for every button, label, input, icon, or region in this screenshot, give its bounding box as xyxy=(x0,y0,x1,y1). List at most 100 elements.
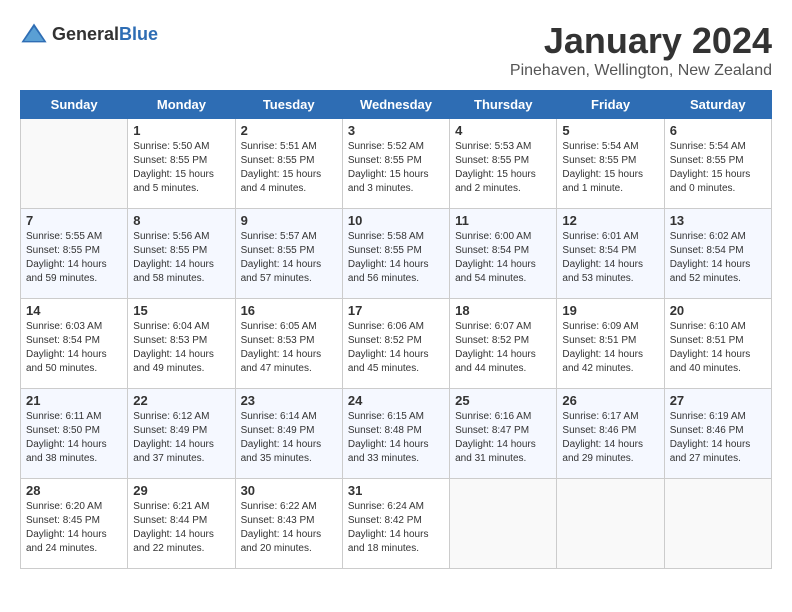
calendar-cell: 28 Sunrise: 6:20 AMSunset: 8:45 PMDayligh… xyxy=(21,479,128,569)
day-info: Sunrise: 6:04 AMSunset: 8:53 PMDaylight:… xyxy=(133,320,229,376)
location-subtitle: Pinehaven, Wellington, New Zealand xyxy=(510,62,772,80)
day-number: 18 xyxy=(455,303,551,318)
logo-wordmark: GeneralBlue xyxy=(52,24,158,45)
day-info: Sunrise: 6:00 AMSunset: 8:54 PMDaylight:… xyxy=(455,230,551,286)
page-header: GeneralBlue January 2024 Pinehaven, Well… xyxy=(20,20,772,80)
day-number: 5 xyxy=(562,123,658,138)
day-number: 8 xyxy=(133,213,229,228)
day-info: Sunrise: 5:52 AMSunset: 8:55 PMDaylight:… xyxy=(348,140,444,196)
day-number: 10 xyxy=(348,213,444,228)
day-number: 12 xyxy=(562,213,658,228)
calendar-cell: 14Sunrise: 6:03 AMSunset: 8:54 PMDayligh… xyxy=(21,299,128,389)
day-info: Sunrise: 6:20 AMSunset: 8:45 PMDaylight:… xyxy=(26,500,122,556)
calendar-week-row: 28 Sunrise: 6:20 AMSunset: 8:45 PMDayligh… xyxy=(21,479,772,569)
day-number: 16 xyxy=(241,303,337,318)
day-number: 13 xyxy=(670,213,766,228)
weekday-header: Wednesday xyxy=(342,91,449,119)
day-number: 15 xyxy=(133,303,229,318)
weekday-header: Friday xyxy=(557,91,664,119)
calendar-cell: 18 Sunrise: 6:07 AMSunset: 8:52 PMDayligh… xyxy=(450,299,557,389)
day-number: 30 xyxy=(241,483,337,498)
weekday-header: Thursday xyxy=(450,91,557,119)
calendar-cell: 26Sunrise: 6:17 AMSunset: 8:46 PMDayligh… xyxy=(557,389,664,479)
calendar-cell: 1 Sunrise: 5:50 AMSunset: 8:55 PMDaylight… xyxy=(128,119,235,209)
calendar-cell: 7 Sunrise: 5:55 AMSunset: 8:55 PMDaylight… xyxy=(21,209,128,299)
day-info: Sunrise: 6:15 AMSunset: 8:48 PMDaylight:… xyxy=(348,410,444,466)
calendar-cell: 4 Sunrise: 5:53 AMSunset: 8:55 PMDaylight… xyxy=(450,119,557,209)
day-number: 21 xyxy=(26,393,122,408)
calendar-cell xyxy=(21,119,128,209)
day-info: Sunrise: 6:06 AMSunset: 8:52 PMDaylight:… xyxy=(348,320,444,376)
day-info: Sunrise: 5:56 AMSunset: 8:55 PMDaylight:… xyxy=(133,230,229,286)
calendar-cell: 27 Sunrise: 6:19 AMSunset: 8:46 PMDayligh… xyxy=(664,389,771,479)
calendar-week-row: 14Sunrise: 6:03 AMSunset: 8:54 PMDayligh… xyxy=(21,299,772,389)
day-number: 25 xyxy=(455,393,551,408)
day-number: 19 xyxy=(562,303,658,318)
weekday-header-row: SundayMondayTuesdayWednesdayThursdayFrid… xyxy=(21,91,772,119)
day-info: Sunrise: 6:02 AMSunset: 8:54 PMDaylight:… xyxy=(670,230,766,286)
calendar-cell: 30 Sunrise: 6:22 AMSunset: 8:43 PMDayligh… xyxy=(235,479,342,569)
day-info: Sunrise: 6:14 AMSunset: 8:49 PMDaylight:… xyxy=(241,410,337,466)
day-info: Sunrise: 6:22 AMSunset: 8:43 PMDaylight:… xyxy=(241,500,337,556)
day-number: 1 xyxy=(133,123,229,138)
day-number: 27 xyxy=(670,393,766,408)
weekday-header: Tuesday xyxy=(235,91,342,119)
day-info: Sunrise: 6:09 AMSunset: 8:51 PMDaylight:… xyxy=(562,320,658,376)
weekday-header: Sunday xyxy=(21,91,128,119)
calendar-cell: 9 Sunrise: 5:57 AMSunset: 8:55 PMDaylight… xyxy=(235,209,342,299)
day-number: 26 xyxy=(562,393,658,408)
day-number: 3 xyxy=(348,123,444,138)
calendar-cell: 31Sunrise: 6:24 AMSunset: 8:42 PMDayligh… xyxy=(342,479,449,569)
day-info: Sunrise: 5:54 AMSunset: 8:55 PMDaylight:… xyxy=(670,140,766,196)
calendar-cell xyxy=(557,479,664,569)
calendar-cell: 8 Sunrise: 5:56 AMSunset: 8:55 PMDaylight… xyxy=(128,209,235,299)
calendar-cell: 16Sunrise: 6:05 AMSunset: 8:53 PMDayligh… xyxy=(235,299,342,389)
calendar-cell: 2Sunrise: 5:51 AMSunset: 8:55 PMDaylight… xyxy=(235,119,342,209)
day-number: 4 xyxy=(455,123,551,138)
day-info: Sunrise: 6:10 AMSunset: 8:51 PMDaylight:… xyxy=(670,320,766,376)
logo-icon xyxy=(20,20,48,48)
day-info: Sunrise: 6:07 AMSunset: 8:52 PMDaylight:… xyxy=(455,320,551,376)
day-info: Sunrise: 5:57 AMSunset: 8:55 PMDaylight:… xyxy=(241,230,337,286)
day-info: Sunrise: 5:55 AMSunset: 8:55 PMDaylight:… xyxy=(26,230,122,286)
weekday-header: Monday xyxy=(128,91,235,119)
day-number: 24 xyxy=(348,393,444,408)
day-info: Sunrise: 6:16 AMSunset: 8:47 PMDaylight:… xyxy=(455,410,551,466)
calendar-cell: 19 Sunrise: 6:09 AMSunset: 8:51 PMDayligh… xyxy=(557,299,664,389)
calendar-cell: 20 Sunrise: 6:10 AMSunset: 8:51 PMDayligh… xyxy=(664,299,771,389)
day-info: Sunrise: 6:21 AMSunset: 8:44 PMDaylight:… xyxy=(133,500,229,556)
day-number: 22 xyxy=(133,393,229,408)
day-number: 20 xyxy=(670,303,766,318)
day-number: 2 xyxy=(241,123,337,138)
calendar-cell: 12 Sunrise: 6:01 AMSunset: 8:54 PMDayligh… xyxy=(557,209,664,299)
day-number: 9 xyxy=(241,213,337,228)
calendar-cell: 25 Sunrise: 6:16 AMSunset: 8:47 PMDayligh… xyxy=(450,389,557,479)
calendar-cell: 13 Sunrise: 6:02 AMSunset: 8:54 PMDayligh… xyxy=(664,209,771,299)
calendar-cell: 24 Sunrise: 6:15 AMSunset: 8:48 PMDayligh… xyxy=(342,389,449,479)
day-info: Sunrise: 6:03 AMSunset: 8:54 PMDaylight:… xyxy=(26,320,122,376)
day-info: Sunrise: 5:54 AMSunset: 8:55 PMDaylight:… xyxy=(562,140,658,196)
day-number: 7 xyxy=(26,213,122,228)
day-number: 6 xyxy=(670,123,766,138)
calendar-cell: 11 Sunrise: 6:00 AMSunset: 8:54 PMDayligh… xyxy=(450,209,557,299)
logo: GeneralBlue xyxy=(20,20,158,48)
calendar-cell: 3 Sunrise: 5:52 AMSunset: 8:55 PMDaylight… xyxy=(342,119,449,209)
calendar-cell: 22Sunrise: 6:12 AMSunset: 8:49 PMDayligh… xyxy=(128,389,235,479)
calendar-cell: 21Sunrise: 6:11 AMSunset: 8:50 PMDayligh… xyxy=(21,389,128,479)
calendar-cell: 15 Sunrise: 6:04 AMSunset: 8:53 PMDayligh… xyxy=(128,299,235,389)
day-info: Sunrise: 6:01 AMSunset: 8:54 PMDaylight:… xyxy=(562,230,658,286)
day-info: Sunrise: 5:50 AMSunset: 8:55 PMDaylight:… xyxy=(133,140,229,196)
calendar-table: SundayMondayTuesdayWednesdayThursdayFrid… xyxy=(20,90,772,569)
day-number: 28 xyxy=(26,483,122,498)
day-info: Sunrise: 6:19 AMSunset: 8:46 PMDaylight:… xyxy=(670,410,766,466)
calendar-header: SundayMondayTuesdayWednesdayThursdayFrid… xyxy=(21,91,772,119)
calendar-week-row: 21Sunrise: 6:11 AMSunset: 8:50 PMDayligh… xyxy=(21,389,772,479)
calendar-body: 1 Sunrise: 5:50 AMSunset: 8:55 PMDaylight… xyxy=(21,119,772,569)
day-info: Sunrise: 5:58 AMSunset: 8:55 PMDaylight:… xyxy=(348,230,444,286)
day-number: 11 xyxy=(455,213,551,228)
logo-blue-text: Blue xyxy=(119,24,158,44)
day-info: Sunrise: 5:53 AMSunset: 8:55 PMDaylight:… xyxy=(455,140,551,196)
calendar-cell: 10 Sunrise: 5:58 AMSunset: 8:55 PMDayligh… xyxy=(342,209,449,299)
calendar-week-row: 7 Sunrise: 5:55 AMSunset: 8:55 PMDaylight… xyxy=(21,209,772,299)
calendar-cell: 17Sunrise: 6:06 AMSunset: 8:52 PMDayligh… xyxy=(342,299,449,389)
